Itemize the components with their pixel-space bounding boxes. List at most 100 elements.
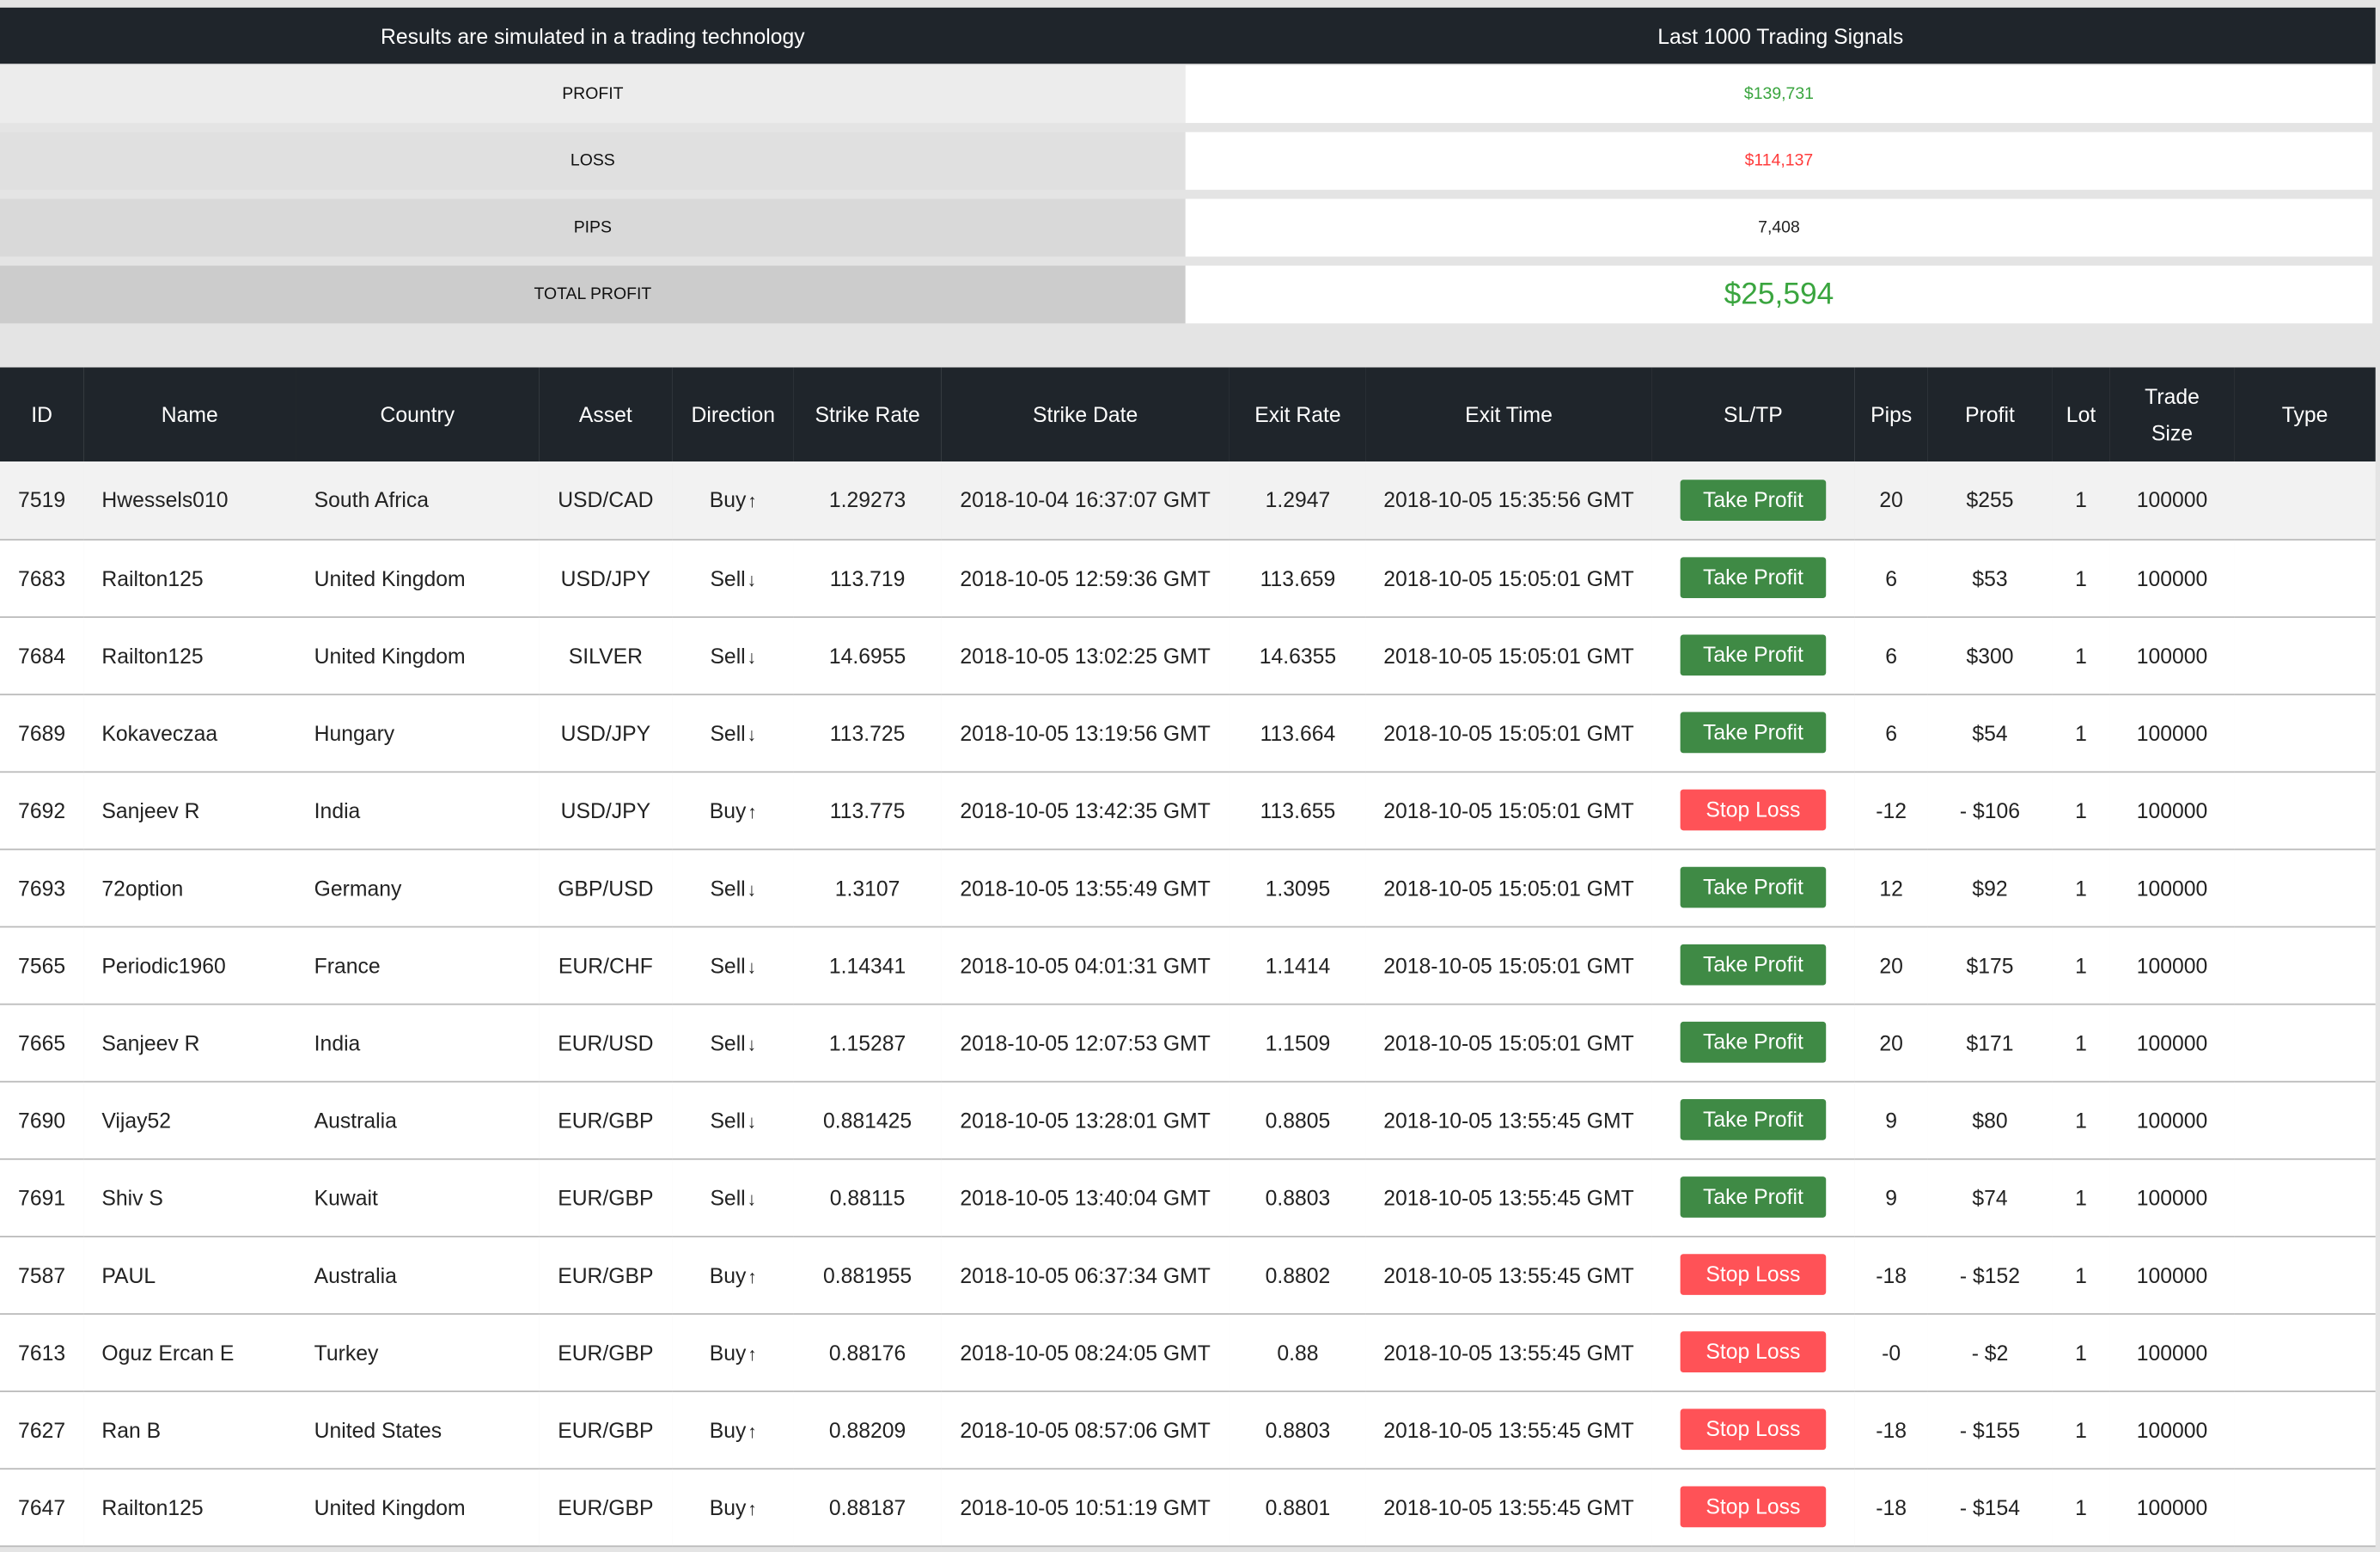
cell-exit-rate: 0.8802 [1265, 1262, 1331, 1287]
column-header-direction: Direction [691, 402, 776, 427]
cell-id: 7627 [18, 1417, 66, 1442]
cell-profit: - $152 [1959, 1262, 2021, 1287]
column-header-lot: Lot [2066, 402, 2096, 427]
cell-type [2234, 771, 2375, 848]
arrow-up-icon: ↑ [748, 491, 757, 512]
column-header-pips: Pips [1870, 402, 1913, 427]
cell-name: Hwessels010 [101, 487, 229, 512]
cell-strike-rate: 0.88187 [828, 1494, 906, 1519]
cell-sl-tp: Take Profit [1651, 461, 1855, 539]
column-header-country: Country [380, 402, 455, 427]
direction-label: Sell [710, 643, 746, 668]
cell-direction: Sell ↓ [673, 1081, 794, 1158]
cell-exit-time: 2018-10-05 15:35:56 GMT [1383, 487, 1634, 512]
cell-id: 7684 [18, 643, 66, 668]
take-profit-badge: Take Profit [1680, 634, 1827, 676]
summary-row-pips: PIPS 7,408 [0, 199, 2376, 257]
cell-exit-rate: 0.8801 [1265, 1494, 1331, 1519]
table-row: 7689 Kokaveczaa Hungary USD/JPY Sell ↓ 113.725… [0, 694, 2376, 772]
cell-id: 7565 [18, 952, 66, 977]
cell-direction: Sell ↓ [673, 926, 794, 1004]
take-profit-badge: Take Profit [1680, 1099, 1827, 1140]
cell-asset: EUR/GBP [558, 1494, 654, 1519]
cell-pips: 6 [1885, 720, 1898, 745]
cell-direction: Sell ↓ [673, 1158, 794, 1236]
table-row: 7693 72option Germany GBP/USD Sell ↓ 1.3107 201… [0, 848, 2376, 926]
cell-type [2234, 694, 2375, 771]
cell-profit: $53 [1972, 565, 2008, 590]
cell-direction: Sell ↓ [673, 694, 794, 771]
cell-strike-rate: 113.719 [829, 565, 906, 590]
arrow-down-icon: ↓ [747, 956, 757, 977]
cell-pips: 20 [1879, 1030, 1903, 1054]
cell-name: Railton125 [101, 643, 204, 668]
cell-name: Kokaveczaa [101, 720, 218, 745]
cell-country: United Kingdom [314, 565, 466, 590]
stop-loss-badge: Stop Loss [1680, 1486, 1827, 1528]
signals-table: ID Name Country Asset Direction Strike Rate St… [0, 367, 2376, 1547]
direction-label: Sell [710, 1184, 746, 1210]
column-header-exit-time: Exit Time [1465, 402, 1553, 427]
column-header-strike-rate: Strike Rate [815, 402, 920, 427]
arrow-up-icon: ↑ [748, 1497, 757, 1519]
cell-strike-date: 2018-10-05 13:02:25 GMT [960, 643, 1211, 668]
cell-lot: 1 [2075, 1184, 2087, 1210]
cell-exit-rate: 0.8803 [1265, 1417, 1331, 1442]
take-profit-badge: Take Profit [1680, 1176, 1827, 1218]
cell-exit-time: 2018-10-05 15:05:01 GMT [1383, 797, 1634, 822]
cell-strike-date: 2018-10-05 04:01:31 GMT [960, 952, 1211, 977]
summary-row-profit: PROFIT $139,731 [0, 64, 2376, 124]
cell-lot: 1 [2075, 643, 2087, 668]
column-header-type: Type [2281, 402, 2328, 427]
cell-exit-time: 2018-10-05 13:55:45 GMT [1383, 1417, 1634, 1442]
cell-name: Railton125 [101, 565, 204, 590]
direction-label: Sell [710, 1030, 746, 1054]
cell-sl-tp: Take Profit [1651, 694, 1855, 771]
cell-strike-date: 2018-10-05 08:57:06 GMT [960, 1417, 1211, 1442]
cell-exit-time: 2018-10-05 13:55:45 GMT [1383, 1340, 1634, 1365]
stop-loss-badge: Stop Loss [1680, 789, 1827, 831]
cell-asset: GBP/USD [558, 875, 654, 900]
cell-strike-rate: 1.15287 [828, 1030, 906, 1054]
cell-exit-time: 2018-10-05 13:55:45 GMT [1383, 1494, 1634, 1519]
cell-strike-rate: 0.88176 [828, 1340, 906, 1365]
cell-trade-size: 100000 [2136, 720, 2208, 745]
cell-type [2234, 1081, 2375, 1158]
cell-trade-size: 100000 [2136, 565, 2208, 590]
cell-direction: Sell ↓ [673, 539, 794, 616]
cell-pips: -18 [1876, 1494, 1907, 1519]
arrow-down-icon: ↓ [747, 1033, 757, 1054]
cell-trade-size: 100000 [2136, 1030, 2208, 1054]
cell-country: Australia [314, 1262, 397, 1287]
banner-disclaimer: Results are simulated in a trading techn… [381, 23, 805, 48]
cell-pips: 20 [1879, 487, 1903, 512]
cell-trade-size: 100000 [2136, 487, 2208, 512]
take-profit-badge: Take Profit [1680, 866, 1827, 908]
cell-profit: $171 [1966, 1030, 2014, 1054]
table-row: 7684 Railton125 United Kingdom SILVER Sell ↓ 1… [0, 616, 2376, 694]
cell-type [2234, 539, 2375, 616]
direction-label: Sell [710, 1107, 746, 1133]
banner-title: Last 1000 Trading Signals [1657, 23, 1904, 48]
arrow-down-icon: ↓ [747, 1188, 757, 1210]
arrow-up-icon: ↑ [748, 1342, 757, 1365]
direction-label: Sell [710, 720, 746, 745]
summary-value: $114,137 [1185, 131, 2373, 190]
table-row: 7587 PAUL Australia EUR/GBP Buy ↑ 0.881955 2018… [0, 1236, 2376, 1314]
cell-pips: -0 [1882, 1340, 1901, 1365]
cell-trade-size: 100000 [2136, 1262, 2208, 1287]
cell-country: France [314, 952, 381, 977]
cell-asset: EUR/GBP [558, 1340, 654, 1365]
cell-strike-rate: 0.88115 [829, 1184, 906, 1210]
cell-lot: 1 [2075, 875, 2087, 900]
take-profit-badge: Take Profit [1680, 944, 1827, 986]
table-row: 7565 Periodic1960 France EUR/CHF Sell ↓ 1.1434… [0, 926, 2376, 1004]
cell-asset: EUR/GBP [558, 1184, 654, 1210]
direction-label: Buy [709, 1262, 747, 1287]
column-header-exit-rate: Exit Rate [1254, 402, 1341, 427]
cell-asset: EUR/GBP [558, 1107, 654, 1133]
cell-profit: $92 [1972, 875, 2008, 900]
cell-sl-tp: Take Profit [1651, 539, 1855, 616]
cell-country: Hungary [314, 720, 395, 745]
arrow-down-icon: ↓ [747, 723, 757, 745]
